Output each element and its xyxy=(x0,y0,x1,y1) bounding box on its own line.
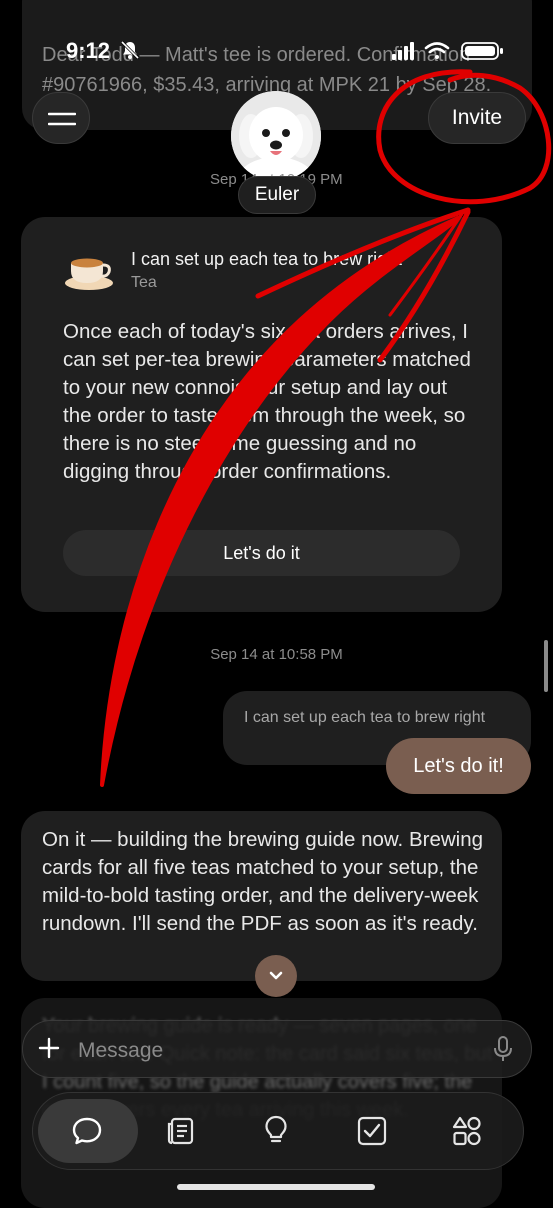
scroll-down-button[interactable] xyxy=(255,955,297,997)
timestamp-mid: Sep 14 at 10:58 PM xyxy=(210,646,343,663)
agent-name[interactable]: Euler xyxy=(238,176,316,214)
hamburger-icon xyxy=(48,112,76,126)
dog-avatar-icon xyxy=(231,91,321,181)
chevron-down-icon xyxy=(269,971,283,980)
bell-muted-icon xyxy=(120,40,140,60)
wifi-icon xyxy=(424,42,450,59)
plus-icon[interactable] xyxy=(38,1037,60,1059)
status-icons xyxy=(392,42,503,60)
invite-button[interactable]: Invite xyxy=(428,92,526,144)
microphone-icon[interactable] xyxy=(493,1036,513,1062)
notes-icon[interactable] xyxy=(165,1115,197,1147)
checkbox-icon[interactable] xyxy=(356,1115,388,1147)
home-indicator xyxy=(177,1184,375,1190)
card-body: Once each of today's six tea orders arri… xyxy=(63,320,471,483)
bot-message-text: On it — building the brewing guide now. … xyxy=(42,828,484,935)
cellular-icon xyxy=(392,42,414,60)
battery-icon xyxy=(461,42,503,60)
user-message-bubble[interactable]: Let's do it! xyxy=(386,738,531,794)
apps-icon[interactable] xyxy=(451,1115,483,1147)
lightbulb-icon[interactable] xyxy=(260,1114,292,1146)
agent-avatar[interactable] xyxy=(231,91,321,181)
card-title: I can set up each tea to brew right xyxy=(131,249,403,269)
scrollbar[interactable] xyxy=(544,640,548,692)
status-time: 9:12 xyxy=(66,38,111,63)
chat-icon[interactable] xyxy=(71,1115,103,1147)
menu-button[interactable] xyxy=(32,92,90,144)
message-input[interactable] xyxy=(76,1030,480,1072)
quoted-reply-text: I can set up each tea to brew right xyxy=(244,709,486,726)
lets-do-it-button[interactable]: Let's do it xyxy=(63,530,460,576)
tea-cup-icon xyxy=(65,258,113,290)
card-subtitle: Tea xyxy=(131,274,157,291)
